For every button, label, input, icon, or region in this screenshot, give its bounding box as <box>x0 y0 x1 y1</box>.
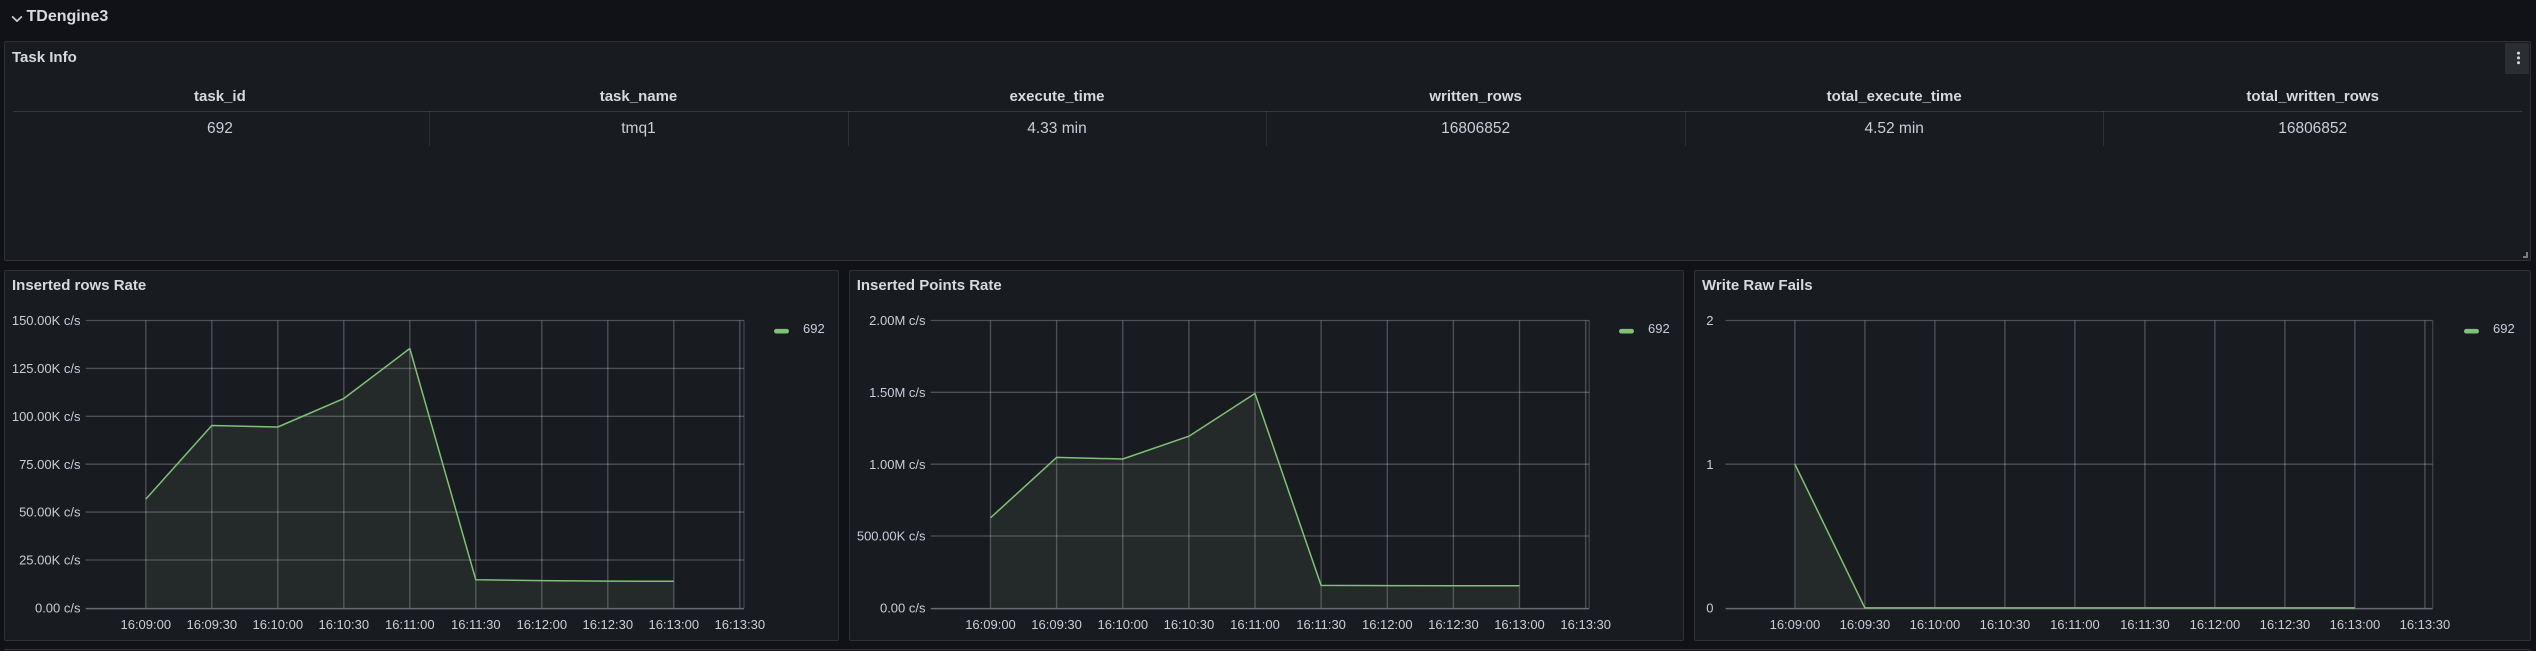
svg-text:16:10:30: 16:10:30 <box>1163 616 1214 631</box>
svg-text:16:11:00: 16:11:00 <box>385 616 435 631</box>
svg-text:16:13:00: 16:13:00 <box>1494 616 1545 631</box>
svg-text:125.00K c/s: 125.00K c/s <box>12 361 81 376</box>
svg-text:16:11:00: 16:11:00 <box>2050 616 2100 631</box>
svg-text:692: 692 <box>1648 321 1670 336</box>
svg-text:0.00 c/s: 0.00 c/s <box>35 600 81 615</box>
svg-text:692: 692 <box>2493 321 2515 336</box>
svg-text:0: 0 <box>1706 600 1713 615</box>
svg-text:16:09:30: 16:09:30 <box>1840 616 1891 631</box>
svg-text:16:12:00: 16:12:00 <box>516 616 567 631</box>
svg-text:16:09:30: 16:09:30 <box>1031 616 1082 631</box>
svg-text:16:11:30: 16:11:30 <box>2120 616 2170 631</box>
svg-text:1.50M c/s: 1.50M c/s <box>869 384 926 399</box>
svg-text:150.00K c/s: 150.00K c/s <box>12 313 81 328</box>
svg-text:16:09:30: 16:09:30 <box>186 616 237 631</box>
svg-text:16:10:00: 16:10:00 <box>1097 616 1148 631</box>
svg-text:16:13:00: 16:13:00 <box>648 616 699 631</box>
svg-text:16:12:00: 16:12:00 <box>1362 616 1413 631</box>
svg-text:25.00K c/s: 25.00K c/s <box>19 552 81 567</box>
svg-text:16:13:00: 16:13:00 <box>2330 616 2381 631</box>
svg-text:16:09:00: 16:09:00 <box>965 616 1016 631</box>
svg-text:16:12:00: 16:12:00 <box>2190 616 2241 631</box>
svg-text:16:09:00: 16:09:00 <box>1770 616 1821 631</box>
svg-text:16:12:30: 16:12:30 <box>1428 616 1479 631</box>
svg-text:16:13:30: 16:13:30 <box>2400 616 2451 631</box>
svg-text:1.00M c/s: 1.00M c/s <box>869 456 926 471</box>
svg-text:16:10:30: 16:10:30 <box>318 616 369 631</box>
svg-text:16:09:00: 16:09:00 <box>120 616 171 631</box>
svg-text:16:11:30: 16:11:30 <box>451 616 501 631</box>
svg-text:16:11:00: 16:11:00 <box>1230 616 1280 631</box>
svg-text:16:10:00: 16:10:00 <box>1910 616 1961 631</box>
svg-text:16:13:30: 16:13:30 <box>714 616 765 631</box>
svg-text:16:12:30: 16:12:30 <box>582 616 633 631</box>
svg-text:50.00K c/s: 50.00K c/s <box>19 504 81 519</box>
svg-text:100.00K c/s: 100.00K c/s <box>12 408 81 423</box>
svg-text:75.00K c/s: 75.00K c/s <box>19 456 81 471</box>
svg-text:500.00K c/s: 500.00K c/s <box>857 528 926 543</box>
svg-text:16:12:30: 16:12:30 <box>2260 616 2311 631</box>
svg-text:2: 2 <box>1706 313 1713 328</box>
svg-text:2.00M c/s: 2.00M c/s <box>869 313 926 328</box>
svg-text:16:13:30: 16:13:30 <box>1560 616 1611 631</box>
svg-text:16:10:00: 16:10:00 <box>252 616 303 631</box>
svg-text:0.00 c/s: 0.00 c/s <box>880 600 926 615</box>
svg-text:1: 1 <box>1706 456 1713 471</box>
svg-text:692: 692 <box>803 321 825 336</box>
svg-text:16:11:30: 16:11:30 <box>1296 616 1346 631</box>
svg-text:16:10:30: 16:10:30 <box>1980 616 2031 631</box>
